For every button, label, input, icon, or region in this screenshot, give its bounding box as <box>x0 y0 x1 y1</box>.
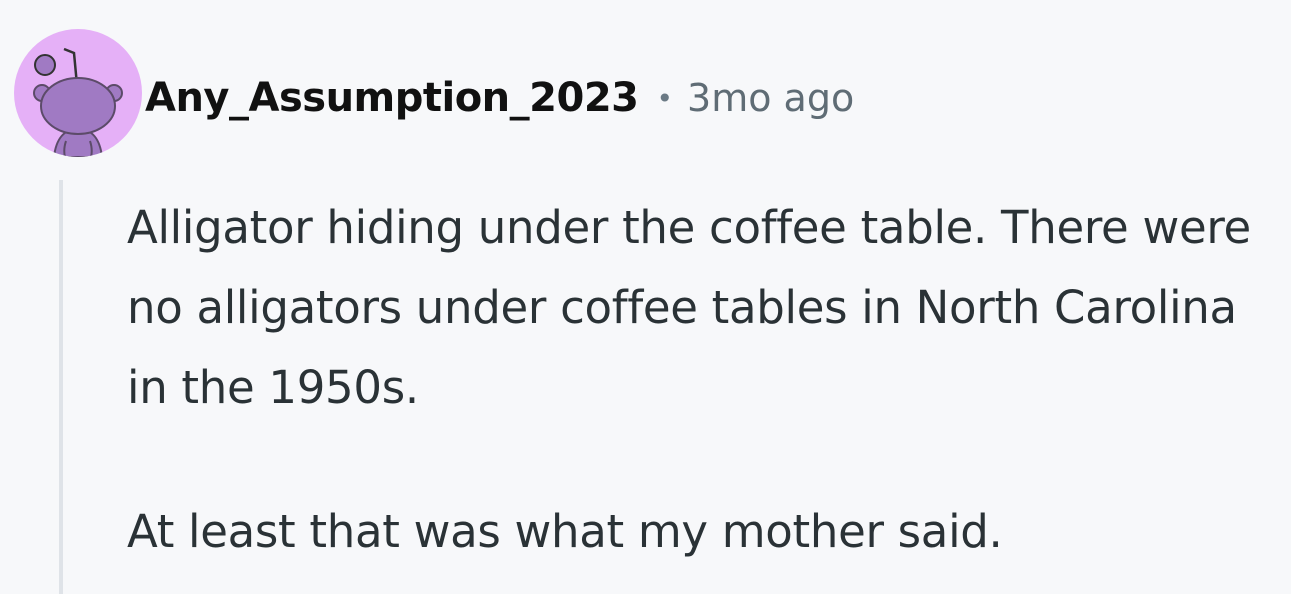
avatar[interactable] <box>14 29 142 157</box>
comment-paragraph: Alligator hiding under the coffee table.… <box>127 201 1251 414</box>
snoo-avatar-icon <box>33 47 123 157</box>
comment-paragraph: At least that was what my mother said. <box>127 505 1003 558</box>
comment-body: Alligator hiding under the coffee table.… <box>127 188 1282 572</box>
separator-dot: • <box>656 81 674 115</box>
timestamp[interactable]: 3mo ago <box>687 76 854 120</box>
author-name[interactable]: Any_Assumption_2023 <box>145 75 639 121</box>
comment-header: Any_Assumption_2023 • 3mo ago <box>145 68 854 128</box>
thread-line[interactable] <box>59 180 63 594</box>
